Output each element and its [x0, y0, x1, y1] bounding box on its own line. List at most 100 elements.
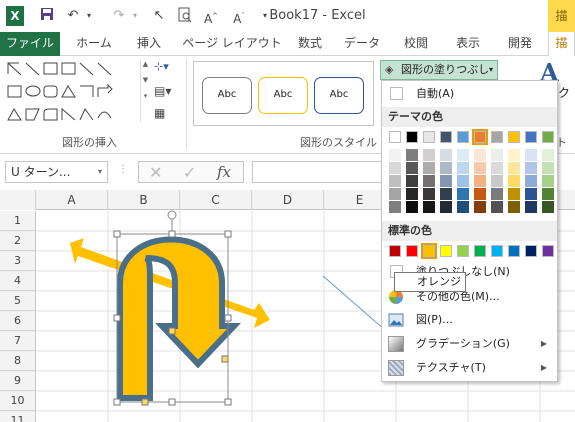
theme-shade-swatch[interactable]	[542, 162, 554, 174]
formula-input[interactable]	[252, 161, 382, 183]
theme-color-swatch[interactable]	[472, 129, 488, 145]
theme-shade-swatch[interactable]	[423, 162, 435, 174]
u-turn-arrow-shape[interactable]	[117, 236, 241, 401]
theme-shade-swatch[interactable]	[440, 175, 452, 187]
theme-color-swatch[interactable]	[508, 131, 520, 143]
theme-shade-swatch[interactable]	[508, 162, 520, 174]
theme-shade-swatch[interactable]	[508, 188, 520, 200]
theme-shade-swatch[interactable]	[423, 188, 435, 200]
theme-color-swatch[interactable]	[457, 131, 469, 143]
drawing-tools-context-tab[interactable]: 描	[548, 0, 575, 32]
theme-shade-swatch[interactable]	[406, 188, 418, 200]
theme-shade-swatch[interactable]	[389, 149, 401, 161]
theme-shade-swatch[interactable]	[525, 188, 537, 200]
picture-fill-item[interactable]: 図(P)...	[382, 309, 557, 331]
tab-page-layout[interactable]: ページ レイアウト	[182, 32, 282, 56]
theme-shade-swatch[interactable]	[508, 201, 520, 213]
theme-shade-swatch[interactable]	[423, 175, 435, 187]
shape-fill-button[interactable]: ◈ 図形の塗りつぶし ▾	[380, 60, 498, 80]
chevron-down-icon[interactable]: ▾	[98, 162, 102, 182]
theme-shade-swatch[interactable]	[525, 149, 537, 161]
tab-insert[interactable]: 挿入	[128, 32, 170, 56]
cancel-icon[interactable]: ✕	[149, 163, 162, 182]
theme-shade-swatch[interactable]	[491, 201, 503, 213]
theme-shade-swatch[interactable]	[457, 188, 469, 200]
theme-shade-swatch[interactable]	[525, 162, 537, 174]
theme-color-swatch[interactable]	[423, 131, 435, 143]
theme-shade-swatch[interactable]	[491, 188, 503, 200]
theme-shade-swatch[interactable]	[474, 201, 486, 213]
insert-function-icon[interactable]: fx	[217, 163, 231, 181]
theme-shade-swatch[interactable]	[491, 175, 503, 187]
theme-shade-swatch[interactable]	[440, 162, 452, 174]
tab-data[interactable]: データ	[340, 32, 384, 56]
edit-shape-icon[interactable]: ⊹▾	[154, 60, 178, 78]
theme-shade-swatch[interactable]	[406, 162, 418, 174]
insert-options-icon[interactable]: ▦	[154, 106, 174, 124]
style-option-3[interactable]: Abc	[314, 77, 364, 114]
theme-shade-swatch[interactable]	[457, 149, 469, 161]
theme-color-swatch[interactable]	[406, 131, 418, 143]
standard-color-swatch[interactable]	[457, 245, 469, 257]
theme-shade-swatch[interactable]	[474, 188, 486, 200]
theme-color-swatch[interactable]	[491, 131, 503, 143]
theme-shade-swatch[interactable]	[542, 201, 554, 213]
theme-shade-swatch[interactable]	[525, 201, 537, 213]
theme-shade-swatch[interactable]	[389, 175, 401, 187]
tab-home[interactable]: ホーム	[72, 32, 116, 56]
theme-color-swatch[interactable]	[525, 131, 537, 143]
theme-shade-swatch[interactable]	[389, 201, 401, 213]
texture-fill-item[interactable]: テクスチャ(T) ▶	[382, 357, 557, 379]
theme-shade-swatch[interactable]	[389, 162, 401, 174]
tab-drawing-format[interactable]: 描	[548, 32, 575, 56]
theme-shade-swatch[interactable]	[423, 149, 435, 161]
theme-shade-swatch[interactable]	[542, 188, 554, 200]
theme-shade-swatch[interactable]	[474, 162, 486, 174]
style-option-2[interactable]: Abc	[258, 77, 308, 114]
theme-shade-swatch[interactable]	[525, 175, 537, 187]
theme-shade-swatch[interactable]	[457, 162, 469, 174]
theme-color-swatch[interactable]	[542, 131, 554, 143]
fill-automatic-item[interactable]: 自動(A)	[382, 83, 557, 105]
tab-formulas[interactable]: 数式	[290, 32, 330, 56]
shapes-gallery[interactable]	[6, 60, 138, 126]
enter-icon[interactable]: ✓	[183, 163, 196, 182]
style-option-1[interactable]: Abc	[202, 77, 252, 114]
theme-shade-swatch[interactable]	[508, 175, 520, 187]
standard-color-swatch[interactable]	[406, 245, 418, 257]
tab-review[interactable]: 校閲	[396, 32, 436, 56]
theme-color-swatch[interactable]	[389, 131, 401, 143]
theme-color-swatch[interactable]	[440, 131, 452, 143]
theme-shade-swatch[interactable]	[542, 149, 554, 161]
tab-view[interactable]: 表示	[448, 32, 488, 56]
standard-color-swatch[interactable]	[542, 245, 554, 257]
theme-shade-swatch[interactable]	[457, 201, 469, 213]
standard-color-swatch[interactable]	[440, 245, 452, 257]
standard-color-swatch[interactable]	[389, 245, 401, 257]
theme-shade-swatch[interactable]	[406, 201, 418, 213]
theme-shade-swatch[interactable]	[508, 149, 520, 161]
theme-shade-swatch[interactable]	[406, 175, 418, 187]
text-box-icon[interactable]: ▤▾	[154, 84, 178, 102]
standard-color-swatch[interactable]	[525, 245, 537, 257]
theme-shade-swatch[interactable]	[491, 162, 503, 174]
theme-shade-swatch[interactable]	[542, 175, 554, 187]
tab-developer[interactable]: 開発	[500, 32, 540, 56]
theme-shade-swatch[interactable]	[474, 149, 486, 161]
theme-shade-swatch[interactable]	[440, 201, 452, 213]
standard-color-swatch[interactable]	[508, 245, 520, 257]
theme-shade-swatch[interactable]	[440, 188, 452, 200]
theme-shade-swatch[interactable]	[440, 149, 452, 161]
standard-color-swatch[interactable]	[421, 243, 437, 259]
theme-shade-swatch[interactable]	[423, 201, 435, 213]
standard-color-swatch[interactable]	[474, 245, 486, 257]
theme-shade-swatch[interactable]	[474, 175, 486, 187]
theme-shade-swatch[interactable]	[389, 188, 401, 200]
standard-color-swatch[interactable]	[491, 245, 503, 257]
shapes-gallery-scroll[interactable]: ▲ ▼ ▾	[140, 60, 150, 122]
name-box[interactable]: U ターン... ▾	[5, 161, 108, 183]
theme-shade-swatch[interactable]	[406, 149, 418, 161]
tab-file[interactable]: ファイル	[0, 32, 60, 56]
theme-shade-swatch[interactable]	[491, 149, 503, 161]
gradient-fill-item[interactable]: グラデーション(G) ▶	[382, 333, 557, 355]
